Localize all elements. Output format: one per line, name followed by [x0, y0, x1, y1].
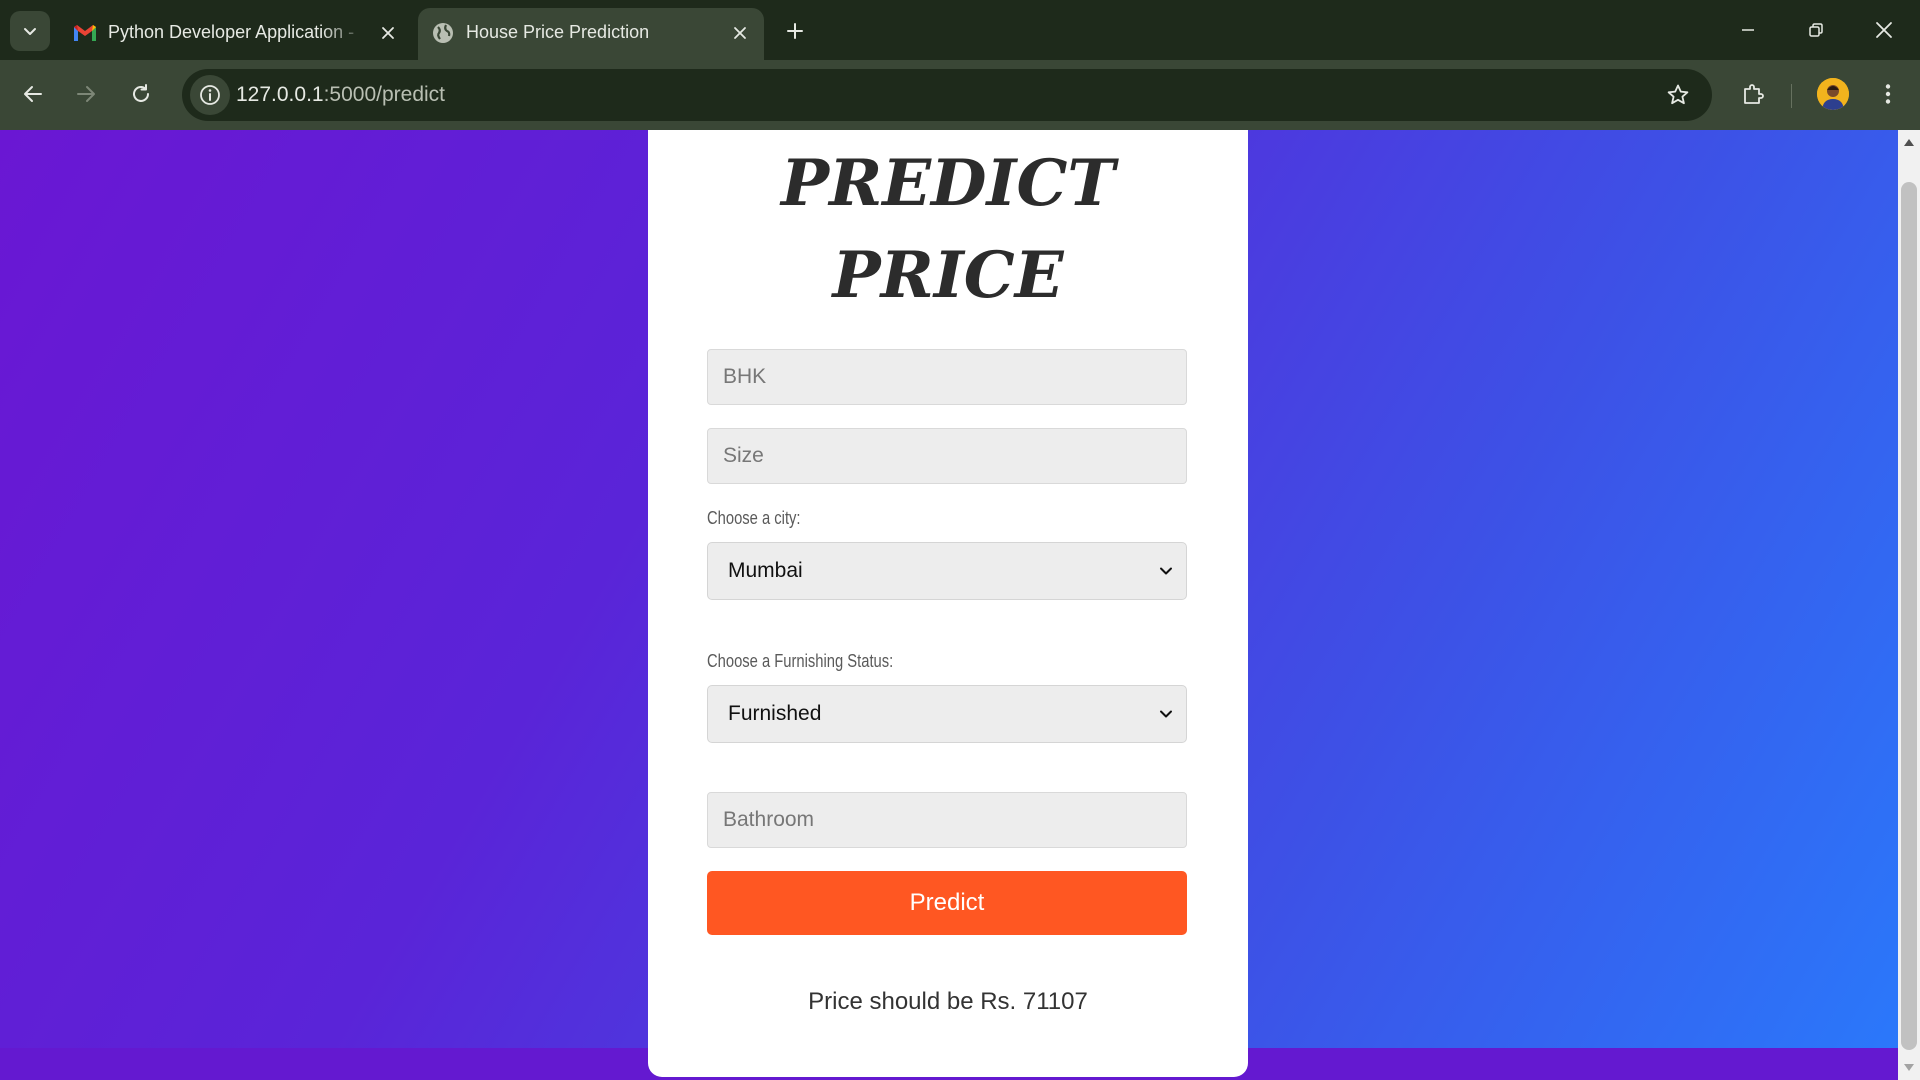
- new-tab-button[interactable]: [780, 16, 810, 46]
- globe-icon: [430, 20, 456, 46]
- predict-button[interactable]: Predict: [707, 871, 1187, 935]
- close-icon: [1876, 22, 1892, 38]
- plus-icon: [787, 23, 803, 39]
- chevron-down-icon: [1156, 704, 1176, 724]
- extensions-button[interactable]: [1735, 76, 1771, 112]
- close-icon[interactable]: [728, 21, 752, 45]
- furnishing-select-value: Furnished: [728, 702, 822, 725]
- prediction-result: Price should be Rs. 71107: [808, 988, 1088, 1015]
- city-select[interactable]: Mumbai: [707, 542, 1187, 600]
- triangle-up-icon: [1904, 139, 1914, 146]
- scrollbar-thumb[interactable]: [1901, 182, 1917, 1050]
- bathroom-input[interactable]: [707, 792, 1187, 848]
- gmail-icon: [72, 20, 98, 46]
- scroll-up-button[interactable]: [1898, 130, 1920, 154]
- restore-icon: [1809, 23, 1823, 37]
- furnishing-label: Choose a Furnishing Status:: [707, 651, 894, 671]
- tab-python-developer-application[interactable]: Python Developer Application -: [60, 8, 412, 60]
- page-title-line2: PRICE: [832, 238, 1064, 313]
- chevron-down-icon: [1156, 561, 1176, 581]
- reload-button[interactable]: [123, 76, 159, 112]
- forward-button[interactable]: [68, 76, 104, 112]
- size-input[interactable]: [707, 428, 1187, 484]
- reload-icon: [133, 84, 149, 102]
- page-scrollbar[interactable]: [1898, 130, 1920, 1080]
- browser-toolbar: 127.0.0.1:5000/predict: [0, 60, 1920, 130]
- tab-title: House Price Prediction: [466, 22, 650, 42]
- puzzle-icon: [1744, 84, 1764, 104]
- site-info-button[interactable]: [190, 75, 230, 115]
- avatar-icon: [1817, 78, 1849, 110]
- toolbar-divider: [1791, 84, 1792, 108]
- close-window-button[interactable]: [1864, 12, 1904, 48]
- menu-button[interactable]: [1870, 76, 1906, 112]
- tab-title: Python Developer Application -: [108, 22, 355, 42]
- prediction-form-card: PREDICT PRICE Choose a city: Mumbai Choo…: [648, 130, 1248, 1077]
- page-title-line1: PREDICT: [780, 146, 1116, 221]
- tab-house-price-prediction[interactable]: House Price Prediction: [418, 8, 764, 60]
- city-select-value: Mumbai: [728, 559, 803, 582]
- bhk-input[interactable]: [707, 349, 1187, 405]
- info-icon: [200, 85, 220, 105]
- minimize-button[interactable]: [1728, 12, 1768, 48]
- minimize-icon: [1742, 29, 1754, 31]
- page-viewport: PREDICT PRICE Choose a city: Mumbai Choo…: [0, 130, 1898, 1080]
- star-icon: [1667, 84, 1689, 105]
- tab-search-button[interactable]: [10, 11, 50, 51]
- address-bar[interactable]: 127.0.0.1:5000/predict: [182, 69, 1712, 121]
- page-title: PREDICT PRICE: [648, 138, 1248, 322]
- triangle-down-icon: [1904, 1064, 1914, 1071]
- bookmark-button[interactable]: [1664, 81, 1692, 109]
- restore-button[interactable]: [1796, 12, 1836, 48]
- tab-strip: Python Developer Application - House Pri…: [0, 0, 1920, 60]
- close-icon[interactable]: [376, 21, 400, 45]
- back-button[interactable]: [15, 76, 51, 112]
- url-host: 127.0.0.1: [236, 83, 324, 106]
- scroll-down-button[interactable]: [1898, 1056, 1920, 1080]
- profile-avatar[interactable]: [1817, 78, 1849, 110]
- chevron-down-icon: [24, 28, 36, 35]
- furnishing-select[interactable]: Furnished: [707, 685, 1187, 743]
- url-path: :5000/predict: [323, 83, 446, 106]
- arrow-right-icon: [77, 86, 95, 102]
- arrow-left-icon: [24, 86, 42, 102]
- city-label: Choose a city:: [707, 508, 801, 528]
- more-vertical-icon: [1885, 84, 1891, 104]
- url-text: 127.0.0.1:5000/predict: [236, 83, 445, 107]
